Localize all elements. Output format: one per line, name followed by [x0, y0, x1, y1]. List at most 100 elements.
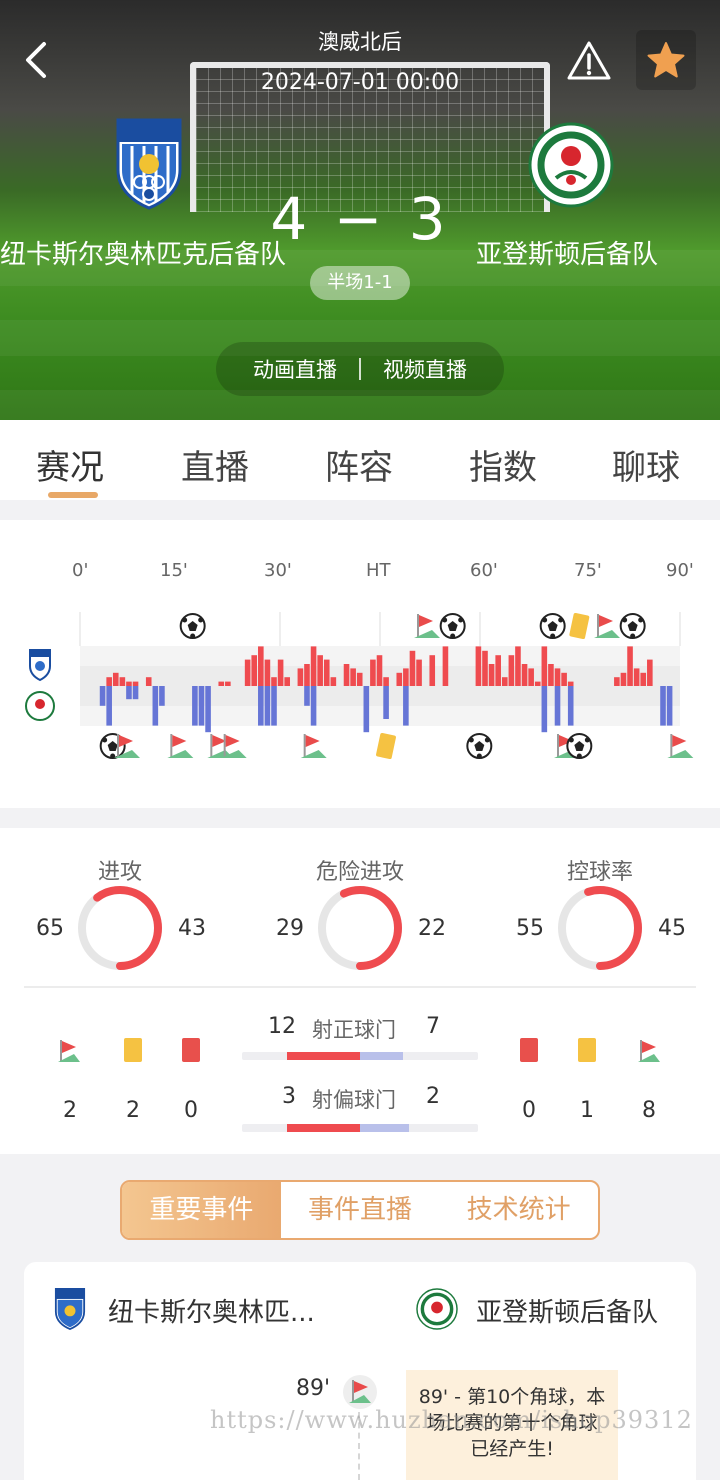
away-pressure-bar [567, 686, 574, 726]
away-pressure-bar [554, 686, 561, 726]
dangerous-attack-label: 危险进攻 [315, 860, 404, 885]
dangerous-home-value: 29 [276, 916, 304, 941]
shots-off-label: 射偏球门 [312, 1088, 396, 1112]
segment-event-live[interactable]: 事件直播 [281, 1182, 440, 1238]
half-time-score: 半场1-1 [310, 266, 410, 300]
main-tabs: 赛况 直播 阵容 指数 聊球 [0, 420, 720, 500]
dangerous-attack-ring [318, 886, 402, 970]
football-patch [584, 737, 590, 743]
home-team-badge[interactable] [114, 118, 184, 210]
away-pressure-bar [264, 686, 271, 726]
home-pressure-bar [541, 646, 548, 686]
home-pressure-bar [508, 655, 515, 686]
back-button[interactable] [18, 40, 58, 80]
attack-ring [78, 886, 162, 970]
home-pressure-bar [330, 677, 337, 686]
away-yellow-count: 1 [580, 1098, 594, 1123]
shots-on-away-bar [360, 1052, 403, 1060]
home-pressure-bar [310, 646, 317, 686]
home-pressure-bar [409, 650, 416, 686]
corner-flag-icon [172, 735, 187, 747]
warning-icon [567, 41, 611, 80]
home-corners-count: 2 [63, 1098, 77, 1123]
away-pressure-bar [271, 686, 277, 726]
football-patch [198, 617, 204, 623]
tab-live[interactable]: 直播 [181, 440, 249, 489]
attack-home-value: 65 [36, 916, 64, 941]
shots-off-home-bar [287, 1124, 360, 1132]
match-header: 澳威北后 2024-07-01 00:00 4 − 3 纽卡斯尔奥林匹克后备队 … [0, 0, 720, 420]
segment-tech-stats[interactable]: 技术统计 [439, 1182, 598, 1238]
away-pressure-bar [304, 686, 310, 706]
shots-on-home: 12 [268, 1014, 296, 1039]
away-mini-badge-rose [35, 699, 45, 709]
tab-odds[interactable]: 指数 [469, 440, 537, 489]
away-pressure-bar [403, 686, 409, 726]
home-pressure-bar [119, 677, 126, 686]
away-pressure-bar [126, 686, 132, 700]
home-crest-icon [54, 1288, 86, 1330]
home-pressure-bar [218, 681, 225, 686]
league-title: 澳威北后 [318, 30, 402, 54]
football-patch [576, 753, 582, 759]
home-pressure-bar [350, 668, 356, 686]
away-red-count: 0 [522, 1098, 536, 1123]
home-pressure-bar [271, 677, 277, 686]
dangerous-away-value: 22 [418, 916, 446, 941]
stats-panel: 进攻 65 43 危险进攻 29 22 控球率 55 45 2 2 0 0 1 … [0, 828, 720, 1154]
football-patch [542, 617, 548, 623]
home-yellow-count: 2 [126, 1098, 140, 1123]
away-pressure-bar [310, 686, 317, 726]
away-pressure-bar [192, 686, 198, 726]
home-pressure-bar [633, 668, 640, 686]
tab-match[interactable]: 赛况 [36, 440, 104, 489]
away-pressure-bar [383, 686, 389, 719]
favorite-button[interactable] [636, 30, 696, 90]
possession-home-value: 55 [516, 916, 544, 941]
corner-flag-icon [638, 1040, 660, 1062]
report-button[interactable] [566, 40, 612, 82]
home-pressure-bar [521, 664, 528, 686]
home-pressure-bar [567, 681, 574, 686]
home-team-name[interactable]: 纽卡斯尔奥林匹克后备队 [0, 234, 320, 271]
home-pressure-bar [284, 677, 290, 686]
yellow-card-icon [124, 1038, 142, 1062]
home-pressure-bar [323, 659, 330, 686]
yellow-card-icon [569, 612, 590, 640]
corner-flag-icon [58, 1040, 80, 1062]
tab-lineup[interactable]: 阵容 [325, 440, 393, 489]
live-options: 动画直播 视频直播 [216, 342, 504, 396]
match-timeline: 0' 15' 30' HT 60' 75' 90' [0, 520, 720, 808]
away-pressure-bar [99, 686, 106, 706]
away-team-name: 亚登斯顿后备队 [476, 1298, 659, 1328]
home-pressure-bar [488, 664, 495, 686]
away-crest-icon [528, 122, 614, 208]
away-team-badge[interactable] [528, 122, 614, 208]
home-pressure-bar [145, 677, 152, 686]
away-pressure-bar [106, 686, 112, 726]
yellow-card-icon [376, 732, 396, 760]
home-red-count: 0 [184, 1098, 198, 1123]
video-live-button[interactable]: 视频直播 [383, 354, 467, 384]
home-pressure-bar [383, 677, 389, 686]
home-pressure-bar [356, 672, 363, 686]
corner-flag-icon [305, 735, 320, 747]
football-patch [468, 737, 474, 743]
corner-flag-icon [343, 1375, 377, 1409]
home-pressure-bar [429, 655, 436, 686]
red-card-icon [520, 1038, 538, 1062]
football-patch [450, 633, 456, 639]
football-patch [630, 633, 636, 639]
home-pressure-bar [297, 668, 304, 686]
football-patch [568, 737, 574, 743]
home-crest-icon [116, 118, 182, 210]
animation-live-button[interactable]: 动画直播 [253, 354, 337, 384]
home-pressure-bar [258, 646, 264, 686]
corner-flag-icon [672, 735, 687, 747]
segment-key-events[interactable]: 重要事件 [122, 1182, 281, 1238]
away-pressure-bar [159, 686, 165, 706]
tab-chat[interactable]: 聊球 [612, 440, 680, 489]
home-pressure-bar [482, 650, 488, 686]
home-pressure-bar [244, 659, 251, 686]
away-team-name[interactable]: 亚登斯顿后备队 [476, 234, 720, 271]
